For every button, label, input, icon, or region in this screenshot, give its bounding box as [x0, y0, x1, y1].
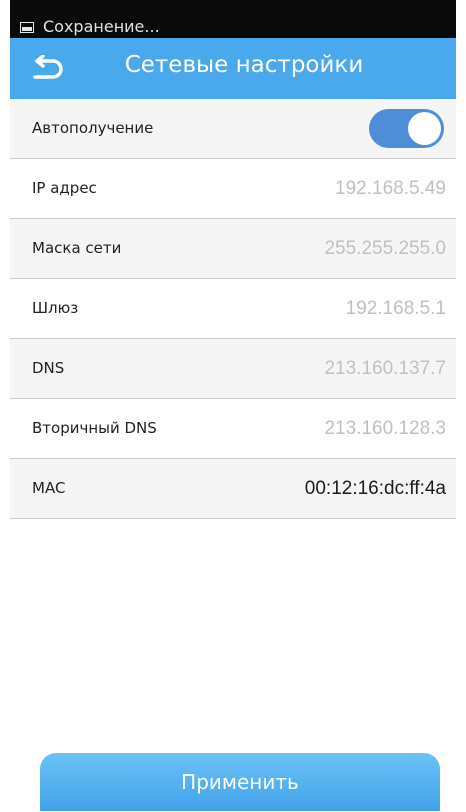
- auto-toggle[interactable]: [369, 109, 444, 148]
- setting-label: Вторичный DNS: [32, 419, 157, 437]
- setting-row-gateway[interactable]: Шлюз 192.168.5.1: [10, 279, 456, 339]
- toggle-knob: [408, 112, 441, 145]
- image-icon: [20, 22, 34, 33]
- setting-row-dns[interactable]: DNS 213.160.137.7: [10, 339, 456, 399]
- setting-label: IP адрес: [32, 179, 97, 197]
- setting-label: DNS: [32, 359, 65, 377]
- setting-label: Шлюз: [32, 299, 79, 317]
- dns-value: 213.160.137.7: [324, 358, 446, 379]
- apply-button[interactable]: Применить: [40, 753, 440, 811]
- setting-row-mask[interactable]: Маска сети 255.255.255.0: [10, 219, 456, 279]
- setting-label: Маска сети: [32, 239, 122, 257]
- settings-list: Автополучение IP адрес 192.168.5.49 Маск…: [10, 99, 456, 519]
- status-bar: Сохранение...: [10, 0, 456, 38]
- status-notification-text: Сохранение...: [43, 17, 160, 36]
- ip-address-value: 192.168.5.49: [335, 178, 446, 199]
- secondary-dns-value: 213.160.128.3: [324, 418, 446, 439]
- page-title: Сетевые настройки: [124, 52, 364, 78]
- setting-label: MAC: [32, 479, 66, 497]
- setting-label: Автополучение: [32, 119, 154, 137]
- setting-row-auto: Автополучение: [10, 99, 456, 159]
- gateway-value: 192.168.5.1: [345, 298, 446, 319]
- setting-row-mac: MAC 00:12:16:dc:ff:4a: [10, 459, 456, 519]
- setting-row-secondary-dns[interactable]: Вторичный DNS 213.160.128.3: [10, 399, 456, 459]
- title-bar: Сетевые настройки: [10, 38, 456, 99]
- subnet-mask-value: 255.255.255.0: [324, 238, 446, 259]
- setting-row-ip[interactable]: IP адрес 192.168.5.49: [10, 159, 456, 219]
- mac-value: 00:12:16:dc:ff:4a: [304, 478, 446, 499]
